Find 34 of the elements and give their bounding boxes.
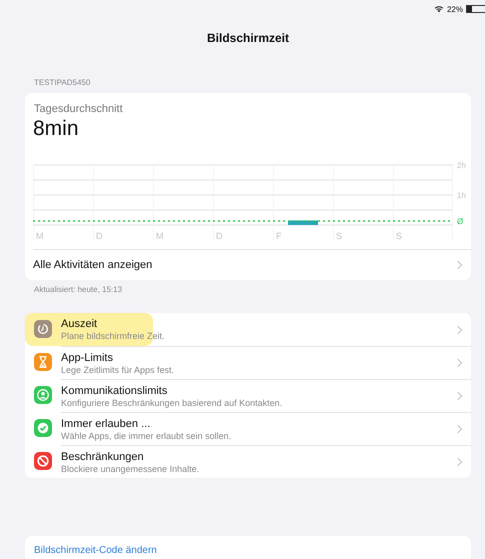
settings-row[interactable]: Beschränkungen Blockiere unangemessene Inhalte.: [25, 445, 471, 478]
row-title: Beschränkungen: [61, 450, 145, 462]
day-label: M: [156, 231, 164, 241]
row-title: Auszeit: [61, 318, 98, 330]
updated-note: Aktualisiert: heute, 15:13: [33, 284, 124, 296]
device-name: TESTIPAD5450: [34, 78, 92, 87]
day-label: F: [276, 231, 282, 241]
wifi-icon: [434, 5, 444, 13]
row-subtitle: Blockiere unangemessene Inhalte.: [61, 464, 200, 474]
axis-label: 1h: [457, 191, 466, 200]
settings-row[interactable]: Immer erlauben ... Wähle Apps, die immer erlaubt sein sollen.: [25, 412, 471, 445]
average-label: Ø: [457, 217, 464, 226]
day-label: S: [336, 231, 342, 241]
average-label: Tagesdurchschnitt: [33, 102, 124, 115]
day-label: D: [96, 231, 102, 241]
row-title: Immer erlauben ...: [61, 418, 152, 430]
day-label: M: [36, 231, 44, 241]
battery-percentage: 22%: [446, 4, 463, 14]
settings-row[interactable]: App-Limits Lege Zeitlimits für Apps fest.: [25, 346, 471, 379]
page-title: Bildschirmzeit: [206, 31, 290, 45]
usage-bar: [288, 220, 318, 225]
day-label: D: [216, 231, 222, 241]
row-subtitle: Lege Zeitlimits für Apps fest.: [61, 364, 174, 374]
battery-icon: [466, 5, 485, 13]
settings-row[interactable]: Kommunikationslimits Konfiguriere Beschränkungen basierend auf Kontakten.: [25, 379, 471, 412]
row-subtitle: Wähle Apps, die immer erlaubt sein sollen.: [61, 430, 232, 440]
row-title: App-Limits: [61, 352, 114, 364]
day-label: S: [396, 231, 402, 241]
change-code-link[interactable]: Bildschirmzeit-Code ändern: [34, 545, 157, 556]
activity-link[interactable]: Alle Aktivitäten anzeigen: [33, 249, 471, 280]
row-subtitle: Konfiguriere Beschränkungen basierend auf Kontakten.: [61, 398, 282, 408]
row-title: Kommunikationslimits: [61, 384, 168, 396]
axis-label: 2h: [457, 161, 466, 170]
average-value: 8min: [32, 116, 80, 141]
